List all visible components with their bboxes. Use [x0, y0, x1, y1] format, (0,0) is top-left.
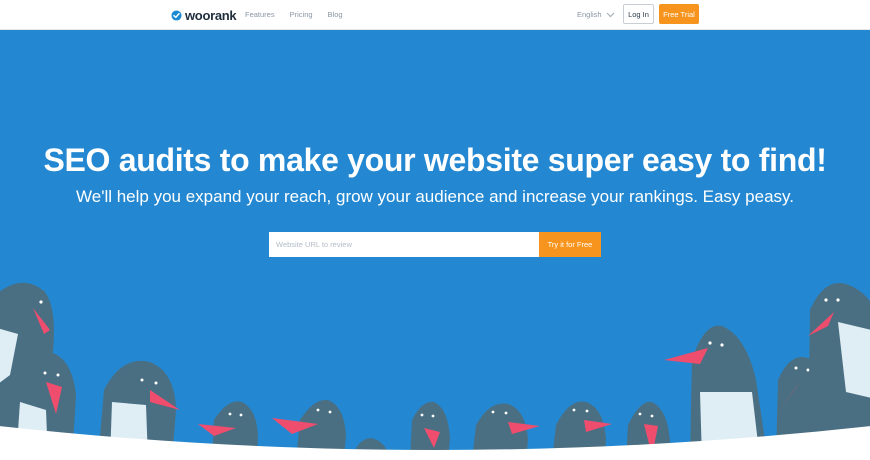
nav-item-features[interactable]: Features [245, 10, 275, 19]
chevron-down-icon [606, 12, 615, 17]
brand-name: woorank [185, 7, 237, 23]
nav-item-blog[interactable]: Blog [328, 10, 343, 19]
brand-logo[interactable]: woorank [171, 7, 237, 23]
language-selector[interactable]: English [577, 10, 615, 19]
language-label: English [577, 10, 602, 19]
free-trial-button[interactable]: Free Trial [659, 4, 699, 24]
hero-subline: We'll help you expand your reach, grow y… [76, 187, 794, 206]
main-nav: Features Pricing Blog [245, 10, 343, 19]
website-url-input[interactable] [269, 232, 539, 257]
login-button[interactable]: Log In [623, 4, 654, 24]
hero-section: SEO audits to make your website super ea… [0, 30, 870, 460]
hero-headline: SEO audits to make your website super ea… [43, 142, 827, 178]
try-it-free-button[interactable]: Try it for Free [539, 232, 601, 257]
nav-item-pricing[interactable]: Pricing [290, 10, 313, 19]
woorank-logo-icon [171, 9, 182, 21]
top-navigation-bar: woorank Features Pricing Blog English Lo… [0, 0, 870, 30]
